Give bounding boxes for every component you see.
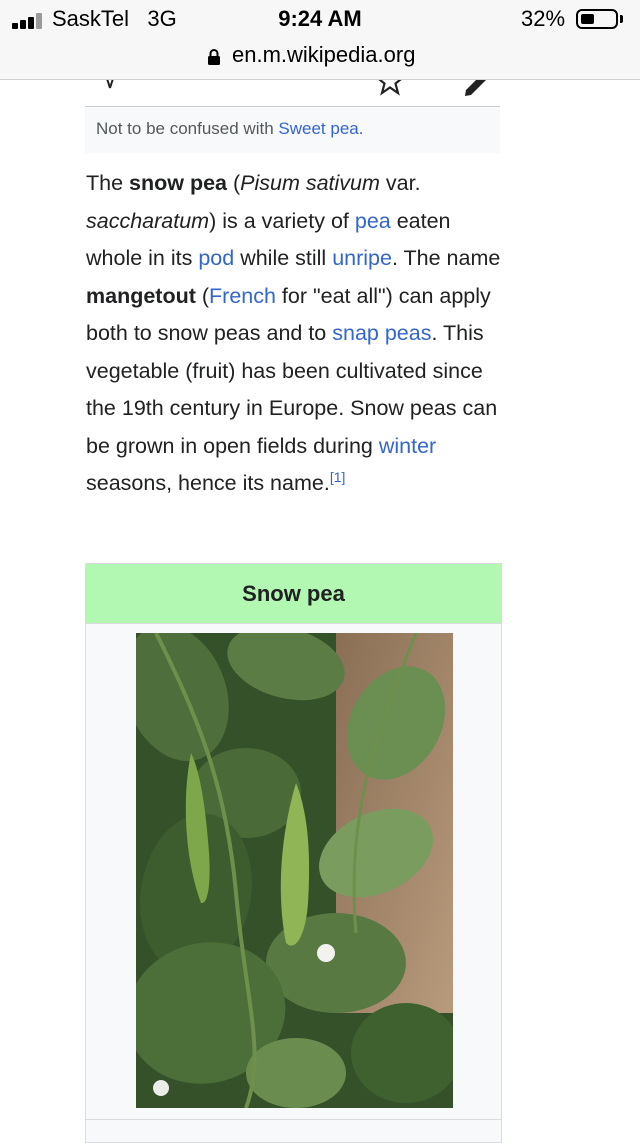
hatnote-link-sweet-pea[interactable]: Sweet pea (278, 119, 358, 138)
text: ) is a variety of (209, 208, 355, 233)
infobox-title: Snow pea (86, 564, 501, 624)
url-text[interactable]: en.m.wikipedia.org (232, 42, 415, 68)
battery-icon (576, 9, 618, 29)
text: . The name (391, 246, 501, 270)
text: seasons, hence its name. (86, 471, 330, 495)
hatnote-prefix: Not to be confused with (96, 119, 279, 138)
pencil-icon[interactable] (460, 80, 490, 100)
text: ( (195, 283, 210, 308)
status-bar: SaskTel 3G 9:24 AM 32% (0, 0, 640, 40)
text-size-icon[interactable] (85, 80, 125, 100)
reference-link-1[interactable]: [1] (330, 469, 346, 485)
lock-icon (208, 49, 220, 65)
hatnote: Not to be confused with Sweet pea. (85, 107, 500, 153)
star-icon[interactable] (375, 80, 405, 96)
battery-tip (620, 15, 623, 23)
link-winter[interactable]: winter (379, 434, 436, 458)
link-pea[interactable]: pea (355, 209, 391, 233)
infobox: Snow pea (85, 563, 502, 1143)
link-snap-peas[interactable]: snap peas (332, 321, 431, 345)
link-pod[interactable]: pod (198, 246, 234, 270)
address-bar[interactable]: en.m.wikipedia.org (0, 40, 640, 80)
bold-term-snow-pea: snow pea (129, 171, 227, 195)
article-paragraph: The snow pea (Pisum sativum var. sacchar… (86, 165, 506, 503)
italic-species-name: Pisum sativum (240, 171, 380, 195)
infobox-divider (86, 1119, 501, 1120)
link-unripe[interactable]: unripe (332, 246, 392, 270)
italic-variety-name: saccharatum (86, 208, 210, 233)
hatnote-suffix: . (358, 119, 364, 138)
text: while still (234, 246, 333, 270)
snow-pea-plant-image (136, 633, 453, 1108)
text: The (86, 171, 130, 195)
snow-pea-photo[interactable] (136, 633, 453, 1108)
bold-term-mangetout: mangetout (86, 283, 196, 308)
text: ( (227, 171, 241, 195)
link-french[interactable]: French (209, 284, 276, 308)
text: var. (379, 171, 421, 195)
battery-percent: 32% (521, 6, 566, 31)
page-actions (85, 80, 500, 107)
